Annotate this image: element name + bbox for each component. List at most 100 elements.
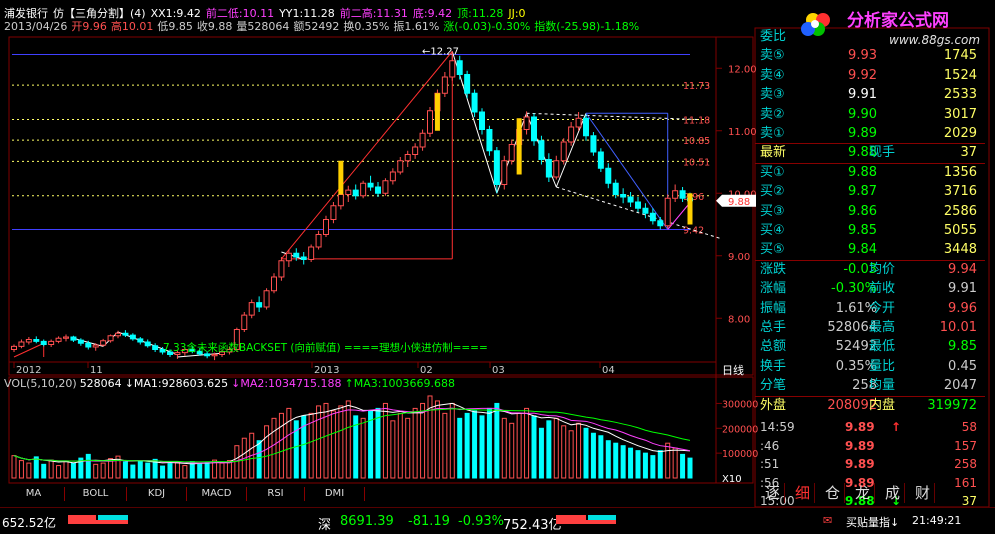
volume-bar <box>130 464 136 479</box>
volume-bar <box>145 462 151 479</box>
volume-bar <box>434 400 440 479</box>
candle-body <box>531 116 537 142</box>
tick-volume: 157 <box>954 438 977 453</box>
quote-value: 3448 <box>943 242 977 258</box>
quote-label: 均价 <box>869 261 896 277</box>
quote-row: 卖① 9.89 2029 <box>755 125 985 143</box>
candle-body <box>367 182 374 188</box>
candle-body <box>33 339 40 342</box>
quote-value: 9.91 <box>948 281 977 297</box>
volume-bar <box>11 455 17 479</box>
candle-body <box>523 116 530 130</box>
change-value: 涨(-0.03)-0.30% <box>443 20 531 33</box>
right-tab-1[interactable]: 细 <box>791 483 815 503</box>
title-bar: 浦发银行 仿【三角分割】(4) XX1:9.42 前二低:10.11 YY1:11.28… <box>4 7 531 20</box>
quote-row: 外盘 208092 内盘 319972 <box>755 395 985 415</box>
volume-bar <box>576 422 582 479</box>
right-tabs: 逐细仓龙成财 <box>757 483 985 503</box>
right-tab-5[interactable]: 财 <box>911 483 935 503</box>
candle-body <box>360 182 367 197</box>
volume-bar <box>494 402 500 479</box>
quote-value: 9.93 <box>848 48 877 64</box>
right-tab-0[interactable]: 逐 <box>761 483 785 503</box>
right-tab-4[interactable]: 成 <box>881 483 905 503</box>
volume-bar <box>122 461 128 479</box>
quote-value: 37 <box>960 145 977 161</box>
date-label: 03 <box>492 365 505 376</box>
volume-bar <box>546 420 552 479</box>
quote-row: 买⑤ 9.84 3448 <box>755 241 985 259</box>
quote-label: 卖④ <box>760 67 785 83</box>
candle-body <box>129 334 136 340</box>
right-tab-3[interactable]: 龙 <box>851 483 875 503</box>
stock-terminal-window: { "header":{ "name":"浦发银行","mode":"仿【三角分… <box>0 0 995 534</box>
alarm-icon[interactable]: ✉ <box>823 514 832 527</box>
volume-bar <box>160 465 166 479</box>
tab-macd[interactable]: MACD <box>187 487 247 501</box>
tab-rsi[interactable]: RSI <box>247 487 305 501</box>
tab-ma[interactable]: MA <box>3 487 65 501</box>
candle-body <box>471 92 478 113</box>
volume-bar <box>524 407 530 479</box>
formula-name[interactable]: 仿【三角分割】(4) <box>53 7 146 20</box>
tab-dmi[interactable]: DMI <box>305 487 365 501</box>
vol-ma1: ↓MA1:928603.625 <box>124 377 229 390</box>
quote-row: 买③ 9.86 2586 <box>755 203 985 221</box>
volume-bar <box>219 462 225 479</box>
date-label: 11 <box>90 365 103 376</box>
quote-row: 分笔 258 均量 2047 <box>755 377 985 395</box>
candle-body <box>560 141 567 162</box>
candle-body <box>92 344 99 348</box>
quote-panel: 委比 卖⑤ 9.93 1745 卖④ 9.92 1524 卖③ 9.91 2533 卖② 9.90 30… <box>755 28 985 508</box>
volume-bar <box>204 461 210 479</box>
volume-bar <box>665 442 671 479</box>
volume-bar <box>628 447 634 479</box>
quote-value: 2533 <box>943 87 977 103</box>
candle-body <box>137 338 144 343</box>
quote-row: 委比 <box>755 28 985 46</box>
volume-bar <box>382 402 388 479</box>
tab-boll[interactable]: BOLL <box>65 487 127 501</box>
quote-label: 最新 <box>760 145 787 161</box>
period-button[interactable]: 日线 <box>722 363 744 377</box>
candle-body <box>40 340 47 345</box>
candle-body <box>449 60 456 78</box>
candle-body <box>85 342 92 348</box>
uptrend-line <box>281 51 453 260</box>
candle-body <box>293 252 300 258</box>
indicator-tabs: MA BOLL KDJ MACD RSI DMI <box>3 487 428 501</box>
right-tab-2[interactable]: 仓 <box>821 483 845 503</box>
candle-body <box>464 74 471 94</box>
highlight-candle <box>687 193 693 225</box>
candle-body <box>48 340 55 345</box>
quote-value: 3017 <box>943 106 977 122</box>
quote-value: 9.86 <box>848 203 877 219</box>
quote-value: 5055 <box>943 223 977 238</box>
tick-volume: 58 <box>961 420 977 434</box>
candle-body <box>635 201 641 209</box>
candle-body <box>605 167 612 184</box>
candle-body <box>501 160 508 185</box>
descent-line <box>585 112 669 230</box>
candle-body <box>100 340 107 346</box>
quote-value: 2029 <box>943 126 977 141</box>
date-label: 2013 <box>314 365 339 376</box>
quote-label: 卖⑤ <box>760 48 785 64</box>
volume-bar <box>472 410 478 479</box>
volume-bar <box>137 460 143 479</box>
highlight-candle <box>434 93 440 131</box>
quote-label: 最高 <box>869 320 896 335</box>
candle-body <box>486 129 493 152</box>
tab-kdj[interactable]: KDJ <box>127 487 187 501</box>
candle-body <box>248 302 255 316</box>
candle-body <box>278 260 285 278</box>
candle-body <box>412 146 419 155</box>
vol-label: VOL(5,10,20) <box>4 377 77 390</box>
low-value: 低9.85 <box>157 20 193 33</box>
vol-axis-label: 200000 <box>722 424 758 435</box>
high-value: 高10.01 <box>110 20 154 33</box>
volume-bar <box>63 460 69 479</box>
candle-body <box>308 246 315 260</box>
indicator-text[interactable]: 买贴量指↓ <box>846 514 899 530</box>
volume-bar <box>501 417 507 479</box>
